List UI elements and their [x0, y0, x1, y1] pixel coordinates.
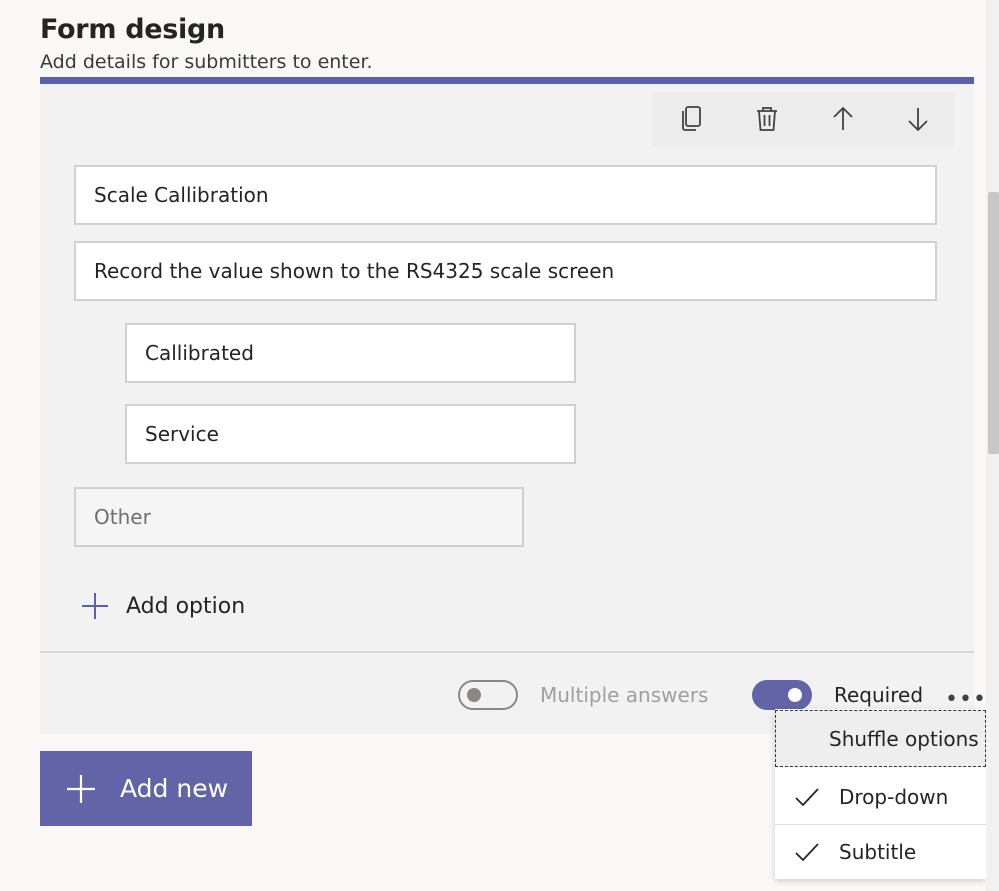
question-subtitle-input[interactable]: Record the value shown to the RS4325 sca… [74, 241, 937, 301]
menu-item-drop-down[interactable]: Drop-down [775, 769, 986, 824]
multiple-answers-label: Multiple answers [540, 683, 709, 707]
add-option-button[interactable]: Add option [78, 589, 245, 623]
move-up-button[interactable] [825, 101, 861, 137]
menu-item-label: Subtitle [839, 840, 917, 864]
page-title: Form design [40, 14, 225, 45]
question-title-input[interactable]: Scale Callibration [74, 165, 937, 225]
checkmark-icon [795, 843, 819, 862]
other-option-input[interactable]: Other [74, 487, 524, 547]
checkmark-icon [795, 787, 819, 806]
more-options-menu: Shuffle options Drop-down Subtitle [775, 709, 986, 879]
menu-item-subtitle[interactable]: Subtitle [775, 825, 986, 879]
arrow-down-icon [908, 108, 928, 132]
menu-item-shuffle-options[interactable]: Shuffle options [775, 710, 986, 767]
required-label: Required [834, 683, 924, 707]
copy-icon [682, 106, 701, 131]
card-divider [40, 651, 974, 653]
arrow-up-icon [833, 106, 853, 130]
scrollbar-thumb[interactable] [988, 192, 999, 454]
page-subtitle: Add details for submitters to enter. [40, 51, 373, 73]
option-input[interactable]: Service [125, 404, 576, 464]
move-down-button[interactable] [900, 101, 936, 137]
question-card: Scale Callibration Record the value show… [40, 77, 986, 734]
add-new-button[interactable]: Add new [40, 751, 252, 826]
required-toggle[interactable] [752, 680, 812, 710]
add-option-label: Add option [126, 593, 246, 619]
toggle-knob [788, 688, 802, 702]
trash-icon [757, 107, 777, 131]
plus-icon [82, 593, 108, 619]
plus-icon [67, 774, 95, 803]
delete-button[interactable] [749, 101, 785, 137]
add-new-label: Add new [120, 774, 229, 803]
copy-button[interactable] [674, 101, 710, 137]
multiple-answers-toggle[interactable] [458, 680, 518, 710]
menu-item-label: Drop-down [839, 784, 949, 809]
card-toolbar [652, 92, 954, 147]
toggle-knob [467, 688, 481, 702]
option-input[interactable]: Callibrated [125, 323, 576, 383]
menu-item-label: Shuffle options [829, 726, 979, 751]
